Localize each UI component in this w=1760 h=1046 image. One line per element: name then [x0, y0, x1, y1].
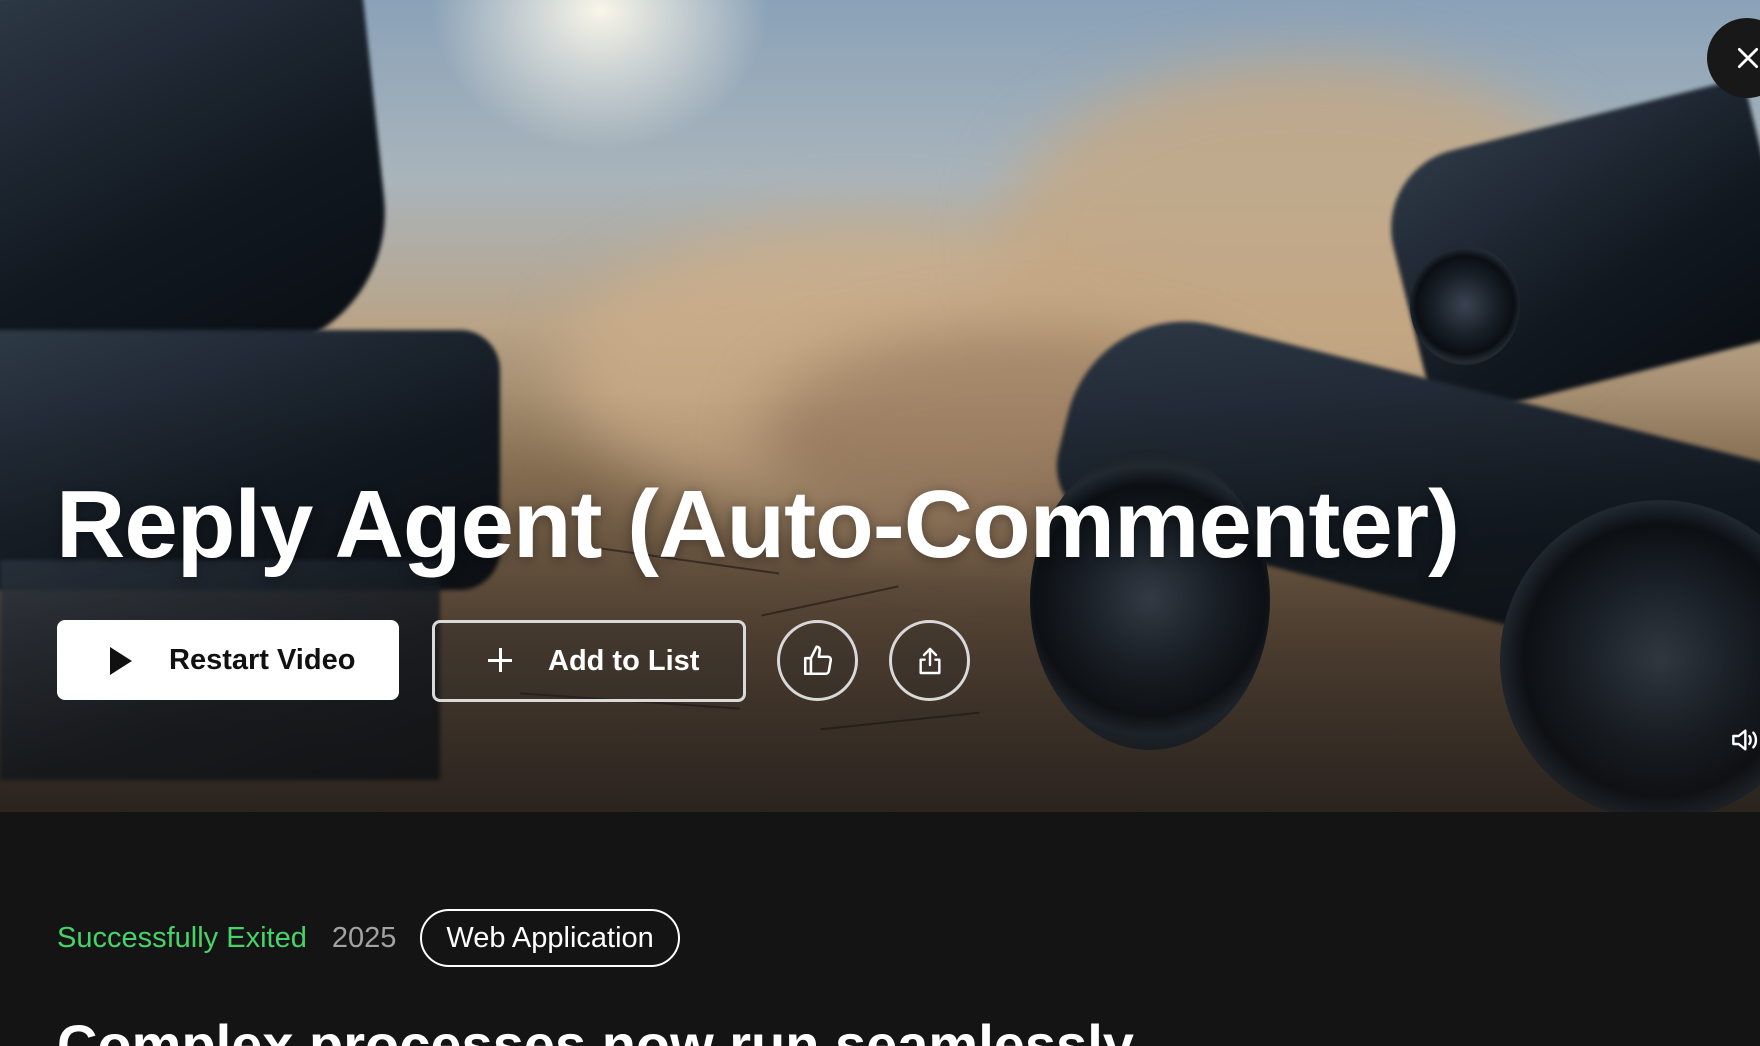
restart-video-button[interactable]: Restart Video	[57, 620, 399, 700]
show-title: Reply Agent (Auto-Commenter)	[56, 471, 1460, 578]
thumbs-up-icon	[803, 645, 832, 675]
plus-icon	[487, 647, 513, 673]
modal-page: Reply Agent (Auto-Commenter) Restart Vid…	[0, 0, 1760, 1046]
add-to-list-button[interactable]: Add to List	[432, 620, 746, 702]
close-icon	[1737, 47, 1759, 69]
add-to-list-label: Add to List	[548, 645, 700, 677]
like-button[interactable]	[777, 620, 858, 701]
details-row: Successfully Exited 2025 Web Application	[57, 908, 680, 968]
year-label: 2025	[331, 921, 397, 954]
share-button[interactable]	[889, 620, 970, 701]
hero-video[interactable]: Reply Agent (Auto-Commenter) Restart Vid…	[0, 0, 1760, 812]
status-label: Successfully Exited	[57, 921, 307, 954]
volume-icon	[1732, 729, 1758, 751]
restart-video-label: Restart Video	[169, 644, 356, 676]
volume-button[interactable]	[1728, 724, 1760, 756]
play-icon	[110, 647, 132, 675]
hero-gradient	[0, 392, 1760, 812]
left-vehicle	[0, 0, 399, 381]
share-icon	[918, 647, 941, 674]
right-vehicle-wheel	[1410, 245, 1520, 365]
category-tag[interactable]: Web Application	[420, 909, 680, 967]
description-headline: Complex processes now run seamlessly	[57, 1013, 1134, 1046]
